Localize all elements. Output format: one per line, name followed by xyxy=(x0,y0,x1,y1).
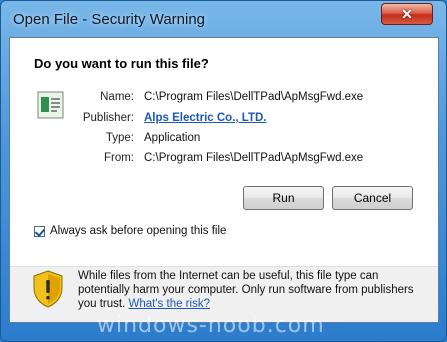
always-ask-label[interactable]: Always ask before opening this file xyxy=(50,225,226,237)
close-button[interactable]: ✕ xyxy=(381,3,433,25)
cancel-button[interactable]: Cancel xyxy=(332,186,413,210)
from-value: C:\Program Files\DellTPad\ApMsgFwd.exe xyxy=(144,152,364,164)
watermark: windows-noob.com xyxy=(97,313,325,338)
publisher-link[interactable]: Alps Electric Co., LTD. xyxy=(144,112,266,124)
dialog-heading: Do you want to run this file? xyxy=(34,56,209,71)
always-ask-row[interactable]: Always ask before opening this file xyxy=(34,225,226,237)
warning-message: While files from the Internet can be use… xyxy=(78,269,418,311)
security-shield-warning-icon xyxy=(33,270,63,308)
window-frame: Open File - Security Warning ✕ Do you wa… xyxy=(0,0,447,342)
window-title: Open File - Security Warning xyxy=(13,11,206,28)
dialog-client-area: Do you want to run this file? Name: C:\P… xyxy=(9,37,439,323)
title-bar[interactable]: Open File - Security Warning ✕ xyxy=(1,1,447,37)
from-label: From: xyxy=(103,152,134,164)
type-value: Application xyxy=(144,132,201,144)
run-button[interactable]: Run xyxy=(243,186,324,210)
name-label: Name: xyxy=(100,91,134,103)
always-ask-checkbox[interactable] xyxy=(34,225,45,237)
type-label: Type: xyxy=(105,132,134,144)
publisher-label: Publisher: xyxy=(82,112,134,124)
close-icon: ✕ xyxy=(401,6,413,22)
whats-the-risk-link[interactable]: What's the risk? xyxy=(129,298,210,310)
question-panel: Do you want to run this file? Name: C:\P… xyxy=(10,38,438,267)
name-value: C:\Program Files\DellTPad\ApMsgFwd.exe xyxy=(144,91,364,103)
